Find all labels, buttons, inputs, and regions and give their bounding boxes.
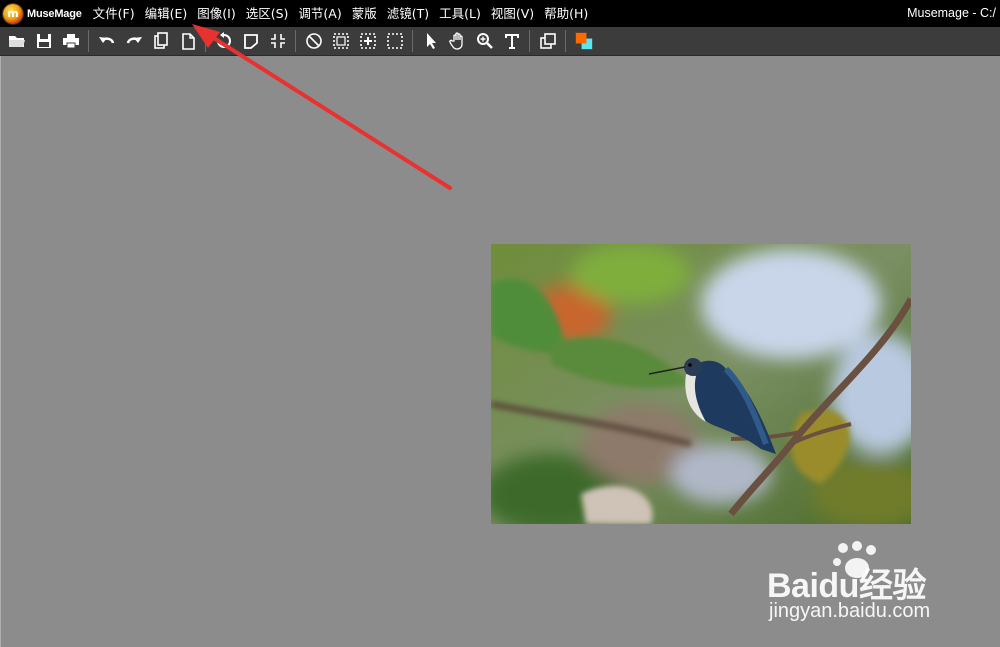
rotate-icon[interactable] <box>213 30 235 52</box>
crop-icon[interactable] <box>267 30 289 52</box>
foreground-color-swatch[interactable] <box>575 32 586 44</box>
deselect-icon[interactable] <box>303 30 325 52</box>
menu-view[interactable]: 视图(V) <box>486 0 539 27</box>
menu-tools[interactable]: 工具(L) <box>434 0 486 27</box>
select-contract-icon[interactable] <box>384 30 406 52</box>
menu-help[interactable]: 帮助(H) <box>539 0 593 27</box>
select-expand-icon[interactable] <box>357 30 379 52</box>
save-icon[interactable] <box>33 30 55 52</box>
app-brand: MuseMage <box>27 7 82 20</box>
select-all-icon[interactable] <box>330 30 352 52</box>
toolbar-separator <box>412 30 413 52</box>
toolbar-separator <box>205 30 206 52</box>
watermark-url: jingyan.baidu.com <box>769 600 931 622</box>
baidu-watermark: Baidu经验 jingyan.baidu.com <box>765 540 990 630</box>
window-title: Musemage - C:/ <box>907 6 996 20</box>
zoom-icon[interactable] <box>474 30 496 52</box>
toolbar <box>0 27 1000 56</box>
text-icon[interactable] <box>501 30 523 52</box>
hummingbird-photo <box>491 244 911 524</box>
print-icon[interactable] <box>60 30 82 52</box>
menu-filter[interactable]: 滤镜(T) <box>382 0 434 27</box>
pointer-icon[interactable] <box>420 30 442 52</box>
menu-mask[interactable]: 蒙版 <box>347 0 382 27</box>
menu-image[interactable]: 图像(I) <box>192 0 240 27</box>
menu-select[interactable]: 选区(S) <box>241 0 294 27</box>
toolbar-separator <box>565 30 566 52</box>
menu-adjust[interactable]: 调节(A) <box>293 0 346 27</box>
copy-icon[interactable] <box>150 30 172 52</box>
paste-icon[interactable] <box>177 30 199 52</box>
redo-icon[interactable] <box>123 30 145 52</box>
musemage-logo-icon: m <box>3 3 23 24</box>
flip-icon[interactable] <box>240 30 262 52</box>
toolbar-separator <box>295 30 296 52</box>
layers-icon[interactable] <box>537 30 559 52</box>
toolbar-separator <box>529 30 530 52</box>
undo-icon[interactable] <box>96 30 118 52</box>
menu-edit[interactable]: 编辑(E) <box>140 0 193 27</box>
open-folder-icon[interactable] <box>6 30 28 52</box>
menu-file[interactable]: 文件(F) <box>88 0 140 27</box>
app-logo: m MuseMage <box>3 3 82 24</box>
toolbar-separator <box>88 30 89 52</box>
hand-icon[interactable] <box>447 30 469 52</box>
menu-bar: m MuseMage 文件(F) 编辑(E) 图像(I) 选区(S) 调节(A)… <box>0 0 1000 27</box>
color-swatch-icon[interactable] <box>573 30 595 52</box>
